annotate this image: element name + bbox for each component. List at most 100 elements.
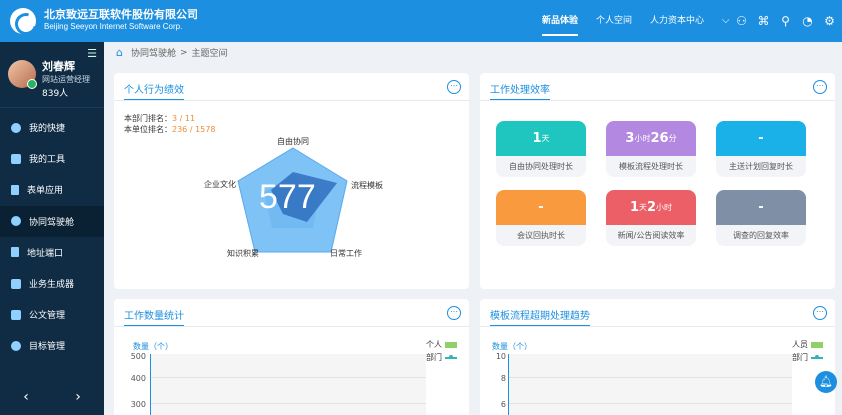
tile-label: 主送计划回复时长 [729, 162, 793, 171]
sidebar-item-shortcuts[interactable]: 我的快捷 [0, 112, 104, 143]
profile-name: 刘春辉 [42, 60, 75, 73]
plot-area [508, 354, 792, 415]
legend-swatch [445, 341, 457, 348]
y-tick: 10 [495, 352, 506, 361]
sidebar-item-goals[interactable]: 目标管理 [0, 330, 104, 361]
efficiency-tile[interactable]: 3 小时 26 分模板流程处理时长 [606, 121, 696, 177]
sidebar-item-label: 目标管理 [29, 342, 66, 353]
legend-label: 个人 [426, 340, 442, 349]
sidebar-item-tools[interactable]: 我的工具 [0, 143, 104, 174]
sidebar-item-label: 地址端口 [27, 248, 64, 259]
form-icon [11, 184, 19, 195]
tile-value-unit: 分 [668, 134, 677, 143]
unit-rank-label: 本单位排名： [124, 125, 172, 134]
sidebar: ☰ 刘春辉 网站运营经理 839人 我的快捷 我的工具 表单应用 协同驾驶舱 地… [0, 42, 104, 415]
efficiency-tile[interactable]: - 会议回执时长 [496, 190, 586, 246]
user-search-icon[interactable]: ⚇ [735, 14, 748, 28]
plot-area [150, 354, 426, 415]
efficiency-tile[interactable]: - 调查的回复效率 [716, 190, 806, 246]
chat-icon[interactable]: ◔ [801, 14, 814, 28]
settings-icon[interactable]: ⚙ [823, 14, 836, 28]
sidebar-item-business-generator[interactable]: 业务生成器 [0, 268, 104, 299]
grid-line [151, 403, 426, 404]
sidebar-item-address-port[interactable]: 地址端口 [0, 237, 104, 268]
y-tick: 8 [500, 374, 506, 383]
apps-icon[interactable]: ⌘ [757, 14, 770, 28]
card-divider [114, 326, 469, 327]
y-tick: 400 [130, 374, 146, 383]
online-status-icon [27, 79, 37, 89]
grid-line [509, 403, 792, 404]
more-icon[interactable]: ⋯ [813, 80, 827, 94]
toolbox-icon [11, 153, 21, 164]
search-icon[interactable]: ⚲ [779, 14, 792, 28]
tile-value-unit: 天 [541, 134, 550, 143]
legend-label: 部门 [792, 353, 808, 362]
nav-hr-center[interactable]: 人力资本中心 [641, 0, 713, 42]
profile-role: 网站运营经理 [42, 75, 90, 84]
sidebar-item-label: 我的快捷 [29, 124, 66, 135]
home-icon[interactable]: ⌂ [116, 46, 123, 59]
chevron-left-icon[interactable]: ‹ [23, 389, 29, 405]
sidebar-item-documents[interactable]: 公文管理 [0, 299, 104, 330]
tile-value: 3 小时 26 分 [606, 121, 696, 156]
address-icon [11, 247, 19, 258]
legend-item[interactable]: 个人 [426, 339, 457, 350]
sidebar-item-label: 我的工具 [29, 155, 66, 166]
tile-value-number: 1 [532, 131, 542, 146]
card-divider [114, 100, 469, 101]
tile-value-unit: 天 [639, 203, 647, 212]
breadcrumb-separator: > [180, 47, 188, 58]
y-axis-label: 数量（个） [133, 342, 173, 351]
more-icon[interactable]: ⋯ [447, 306, 461, 320]
card-work-count: 工作数量统计 ⋯ 数量（个） 个人 部门 500 400 300 [114, 299, 469, 415]
more-icon[interactable]: ⋯ [813, 306, 827, 320]
top-icons: ⚇ ⌘ ⚲ ◔ ⚙ [735, 0, 836, 42]
breadcrumb: ⌂ 协同驾驶舱 > 主题空间 [116, 46, 228, 59]
efficiency-tile[interactable]: 1 天自由协同处理时长 [496, 121, 586, 177]
sidebar-pager: ‹ › [0, 389, 104, 405]
profile-count: 839人 [42, 89, 69, 99]
nav-new-experience[interactable]: 新品体验 [533, 0, 587, 42]
sidebar-item-cockpit[interactable]: 协同驾驶舱 [0, 205, 104, 237]
brand: 北京致远互联软件股份有限公司 Beijing Seeyon Internet S… [44, 9, 198, 33]
efficiency-tile[interactable]: - 主送计划回复时长 [716, 121, 806, 177]
card-overdue-trend: 模板流程超期处理趋势 ⋯ 数量（个） 人员 部门 10 8 6 [480, 299, 835, 415]
collapse-menu-icon[interactable]: ☰ [87, 47, 97, 60]
top-nav: 新品体验 个人空间 人力资本中心 ⌵ [533, 0, 739, 42]
legend-swatch [811, 341, 823, 348]
legend-item[interactable]: 人员 [792, 339, 823, 350]
seeyon-logo-icon [10, 8, 36, 34]
y-tick: 6 [500, 400, 506, 409]
chevron-right-icon[interactable]: › [75, 389, 81, 405]
sidebar-item-label: 表单应用 [27, 186, 64, 197]
card-title: 工作数量统计 [124, 307, 184, 327]
brand-name-en: Beijing Seeyon Internet Software Corp. [44, 22, 183, 31]
legend-item[interactable]: 部门 [792, 352, 823, 363]
more-icon[interactable]: ⋯ [447, 80, 461, 94]
card-divider [480, 100, 835, 101]
legend-item[interactable]: 部门 [426, 352, 457, 363]
dept-rank-label: 本部门排名： [124, 114, 172, 123]
breadcrumb-section[interactable]: 协同驾驶舱 [131, 46, 176, 59]
tile-value: 1 天 2 小时 [606, 190, 696, 225]
target-icon [11, 340, 21, 351]
y-tick: 500 [130, 352, 146, 361]
stamp-icon [11, 309, 21, 320]
tile-label: 调查的回复效率 [733, 231, 789, 240]
tile-label: 模板流程处理时长 [619, 162, 683, 171]
sidebar-item-label: 公文管理 [29, 311, 66, 322]
tile-value-number: 2 [647, 200, 657, 215]
tile-value-number: - [758, 200, 764, 215]
sidebar-item-forms[interactable]: 表单应用 [0, 174, 104, 205]
efficiency-tile[interactable]: 1 天 2 小时 新闻/公告阅读效率 [606, 190, 696, 246]
bell-icon[interactable]: 🔔︎ [815, 371, 837, 393]
legend-label: 部门 [426, 353, 442, 362]
tile-value: - [716, 121, 806, 156]
nav-personal-space[interactable]: 个人空间 [587, 0, 641, 42]
brand-name-cn: 北京致远互联软件股份有限公司 [44, 8, 198, 21]
card-work-efficiency: 工作处理效率 ⋯ 1 天自由协同处理时长 3 小时 26 分模板流程处理时长 - 主送计划回复… [480, 73, 835, 289]
tile-value-unit: 小时 [656, 203, 673, 212]
cube-icon [11, 278, 21, 289]
logo[interactable]: 北京致远互联软件股份有限公司 Beijing Seeyon Internet S… [0, 8, 198, 34]
